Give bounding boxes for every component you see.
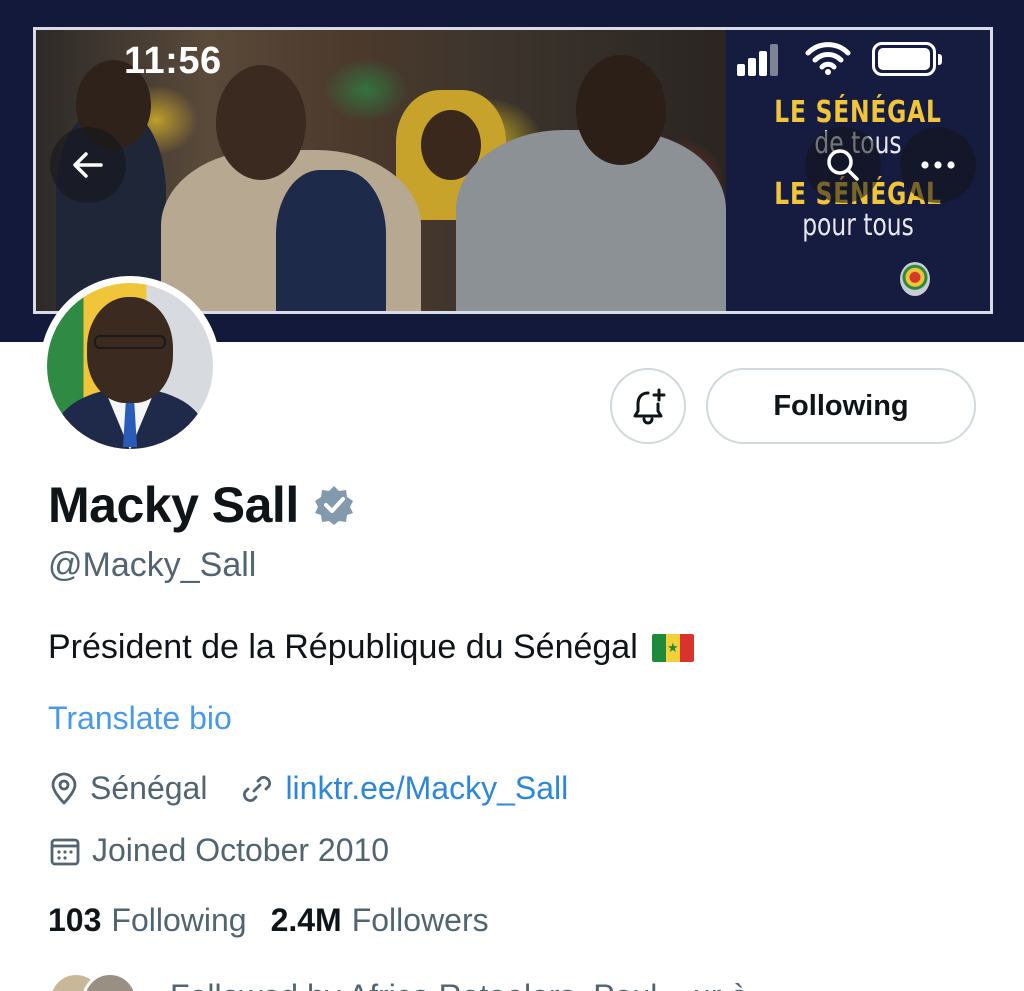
more-options-button[interactable]: [900, 127, 976, 203]
cellular-signal-icon: [737, 44, 778, 76]
senegal-flag-icon: ★: [651, 633, 694, 662]
mini-avatar: [82, 972, 138, 991]
search-button[interactable]: [805, 127, 881, 203]
location-pin-icon: [51, 772, 77, 804]
followed-by-text: Followed by Africa Retaelers, Paul ...ur…: [170, 972, 748, 991]
follow-counts: 103 Following 2.4M Followers: [48, 902, 489, 939]
calendar-icon: [50, 838, 80, 865]
slogan-line-4: pour tous: [802, 208, 914, 243]
profile-location: Sénégal: [90, 770, 208, 806]
wifi-icon: [805, 42, 851, 75]
followed-by-row[interactable]: Followed by Africa Retaelers, Paul ...ur…: [48, 972, 988, 991]
battery-icon: [872, 42, 942, 76]
notifications-button[interactable]: [610, 368, 686, 444]
avatar-photo: [47, 283, 213, 449]
link-icon: [243, 775, 272, 802]
followed-by-avatars: [48, 972, 138, 991]
bio-text: Président de la République du Sénégal: [48, 628, 638, 666]
profile-website-link[interactable]: linktr.ee/Macky_Sall: [285, 770, 568, 807]
following-count-link[interactable]: 103 Following: [48, 902, 247, 939]
following-button[interactable]: Following: [706, 368, 976, 444]
following-label: Following: [111, 902, 247, 938]
profile-name: Macky Sall: [48, 477, 299, 533]
profile-name-row: Macky Sall: [48, 476, 355, 534]
profile-joined-date: Joined October 2010: [92, 832, 390, 868]
followers-count-link[interactable]: 2.4M Followers: [271, 902, 489, 939]
profile-handle: @Macky_Sall: [48, 546, 257, 584]
profile-bio: Président de la République du Sénégal ★: [48, 628, 694, 667]
more-icon: [921, 161, 955, 169]
status-time: 11:56: [124, 40, 222, 82]
following-count: 103: [48, 902, 102, 938]
search-icon: [827, 149, 859, 181]
profile-meta-joined: Joined October 2010: [48, 832, 389, 869]
profile-meta-location-link: Sénégal linktr.ee/Macky_Sall: [48, 770, 568, 807]
coat-of-arms-icon: [900, 262, 930, 296]
translate-bio-link[interactable]: Translate bio: [48, 700, 232, 737]
profile-avatar[interactable]: [40, 276, 220, 456]
followers-label: Followers: [351, 902, 489, 938]
verified-badge-icon[interactable]: [313, 484, 355, 526]
slogan-line-1: LE SÉNÉGAL: [774, 95, 942, 130]
back-button[interactable]: [50, 127, 126, 203]
followers-count: 2.4M: [270, 902, 342, 938]
arrow-left-icon: [73, 152, 103, 178]
bell-plus-icon: [633, 388, 666, 425]
